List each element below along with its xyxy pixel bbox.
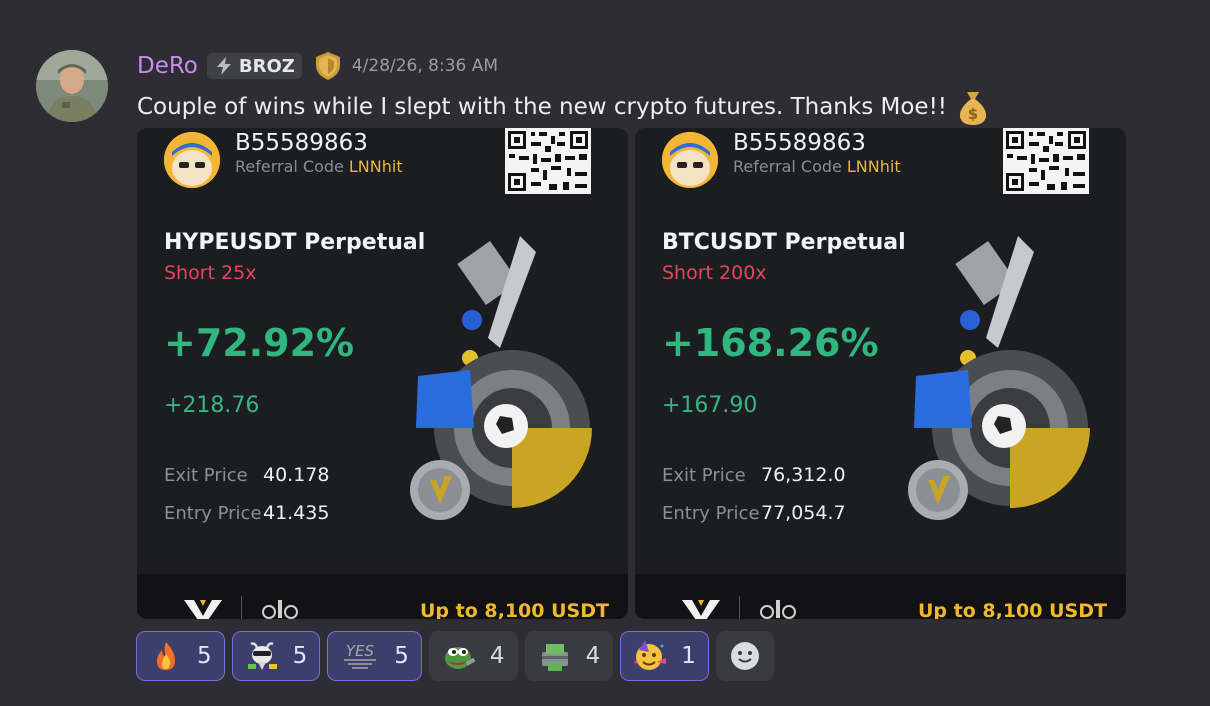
message-content: Couple of wins while I slept with the ne… (137, 88, 991, 126)
trophy-art-icon (410, 236, 592, 520)
card-avatar (662, 132, 718, 188)
reaction-count: 5 (197, 643, 212, 669)
lightning-icon (216, 57, 231, 75)
timestamp[interactable]: 4/28/26, 8:36 AM (352, 56, 498, 76)
pnl-amount: +167.90 (662, 393, 758, 418)
pnl-card[interactable]: B55589863 Referral Code LNNhit BTCUSDT Pe… (635, 128, 1126, 619)
roi-percentage: +168.26% (662, 321, 879, 365)
guild-tag[interactable]: BROZ (206, 53, 302, 79)
reaction-fire[interactable]: 5 (136, 631, 225, 681)
partner-logo-icon (262, 600, 298, 619)
qr-code-icon (505, 128, 591, 194)
yes-text: YES (346, 642, 375, 660)
reaction-count: 5 (394, 643, 409, 669)
reaction-count: 4 (489, 643, 505, 669)
referral-row: Referral Code LNNhit (235, 157, 403, 176)
pnl-card[interactable]: B55589863 Referral Code LNNhit HYPEUSDT P… (137, 128, 628, 619)
entry-price-value: 77,054.7 (761, 502, 846, 524)
reaction-money-printer[interactable]: 4 (524, 631, 614, 681)
reaction-pepe[interactable]: 4 (428, 631, 518, 681)
party-face-icon (633, 640, 667, 672)
goat-icon (245, 640, 279, 672)
position-side: Short 200x (662, 262, 767, 284)
exchange-logo-icon (184, 600, 222, 619)
pepe-icon (442, 640, 476, 672)
referral-label: Referral Code (235, 157, 344, 176)
message-header: DeRo BROZ 4/28/26, 8:36 AM (137, 50, 498, 82)
pnl-amount: +218.76 (164, 393, 260, 418)
reaction-party-face[interactable]: 1 (620, 631, 709, 681)
footer-divider (739, 596, 740, 619)
trading-pair: HYPEUSDT Perpetual (164, 230, 426, 255)
money-printer-icon (538, 640, 572, 672)
footer-divider (241, 596, 242, 619)
promo-text: Up to 8,100 USDT (420, 600, 609, 619)
entry-price-value: 41.435 (263, 502, 330, 524)
money-bag-icon[interactable]: $ (955, 88, 991, 126)
user-id: B55589863 (235, 130, 368, 156)
avatar-image (36, 50, 108, 122)
message-text: Couple of wins while I slept with the ne… (137, 94, 948, 120)
card-avatar (164, 132, 220, 188)
username[interactable]: DeRo (137, 53, 198, 79)
svg-text:$: $ (968, 105, 978, 123)
trading-pair: BTCUSDT Perpetual (662, 230, 906, 255)
referral-row: Referral Code LNNhit (733, 157, 901, 176)
reaction-yes[interactable]: YES 5 (327, 631, 422, 681)
position-side: Short 25x (164, 262, 257, 284)
referral-code: LNNhit (348, 157, 403, 176)
user-id: B55589863 (733, 130, 866, 156)
exchange-logo-icon (682, 600, 720, 619)
yes-text-icon: YES (340, 640, 380, 672)
guild-tag-label: BROZ (238, 55, 295, 77)
promo-text: Up to 8,100 USDT (918, 600, 1107, 619)
reaction-count: 5 (292, 643, 308, 669)
referral-code: LNNhit (846, 157, 901, 176)
trophy-art-icon (908, 236, 1090, 520)
exit-price-label: Exit Price (662, 465, 746, 486)
fire-icon (149, 640, 183, 672)
reaction-count: 1 (681, 643, 696, 669)
partner-logo-icon (760, 600, 796, 619)
entry-price-label: Entry Price (662, 503, 760, 524)
user-avatar[interactable] (36, 50, 108, 122)
entry-price-label: Entry Price (164, 503, 262, 524)
exit-price-value: 76,312.0 (761, 464, 846, 486)
reaction-count: 4 (585, 643, 601, 669)
roi-percentage: +72.92% (164, 321, 355, 365)
exit-price-value: 40.178 (263, 464, 330, 486)
card-footer: Up to 8,100 USDT (137, 574, 628, 619)
shield-badge-icon[interactable] (314, 51, 342, 81)
add-reaction-button[interactable] (715, 631, 774, 681)
referral-label: Referral Code (733, 157, 842, 176)
card-footer: Up to 8,100 USDT (635, 574, 1126, 619)
smiley-icon (730, 642, 759, 670)
reactions-bar: 5 5 YES 5 4 4 1 (136, 631, 774, 681)
reaction-goat[interactable]: 5 (231, 631, 321, 681)
exit-price-label: Exit Price (164, 465, 248, 486)
qr-code-icon (1003, 128, 1089, 194)
